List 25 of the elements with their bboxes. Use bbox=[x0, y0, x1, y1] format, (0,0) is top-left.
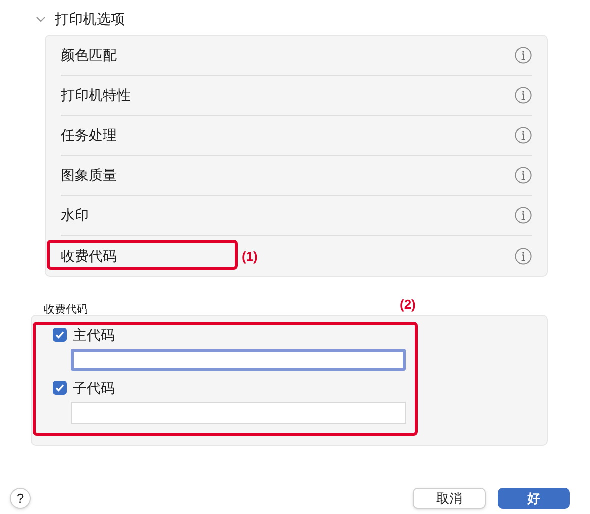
help-button[interactable]: ? bbox=[10, 488, 31, 509]
ok-button[interactable]: 好 bbox=[498, 488, 570, 509]
callout-label: (2) bbox=[400, 296, 416, 314]
info-icon[interactable] bbox=[515, 87, 532, 104]
info-icon[interactable] bbox=[515, 47, 532, 64]
info-icon[interactable] bbox=[515, 167, 532, 184]
cancel-button[interactable]: 取消 bbox=[413, 488, 486, 509]
checkbox[interactable] bbox=[53, 381, 67, 395]
info-icon[interactable] bbox=[515, 207, 532, 224]
option-label[interactable]: 水印 bbox=[61, 205, 89, 226]
option-label[interactable]: 收费代码 bbox=[61, 246, 117, 266]
option-label[interactable]: 任务处理 bbox=[61, 125, 117, 146]
option-label[interactable]: 颜色匹配 bbox=[61, 45, 117, 66]
group-title: 收费代码 bbox=[44, 304, 88, 316]
section-title: 打印机选项 bbox=[55, 10, 125, 28]
callout-label: (1) bbox=[242, 248, 258, 266]
info-icon[interactable] bbox=[515, 127, 532, 144]
chevron-icon[interactable] bbox=[36, 16, 46, 22]
option-label[interactable]: 打印机特性 bbox=[61, 85, 131, 106]
option-label[interactable]: 图象质量 bbox=[61, 165, 117, 186]
text-field[interactable] bbox=[71, 349, 406, 371]
info-icon[interactable] bbox=[515, 248, 532, 264]
checkbox-label: 子代码 bbox=[73, 378, 115, 398]
checkbox[interactable] bbox=[53, 328, 67, 342]
checkbox-label: 主代码 bbox=[73, 326, 115, 344]
